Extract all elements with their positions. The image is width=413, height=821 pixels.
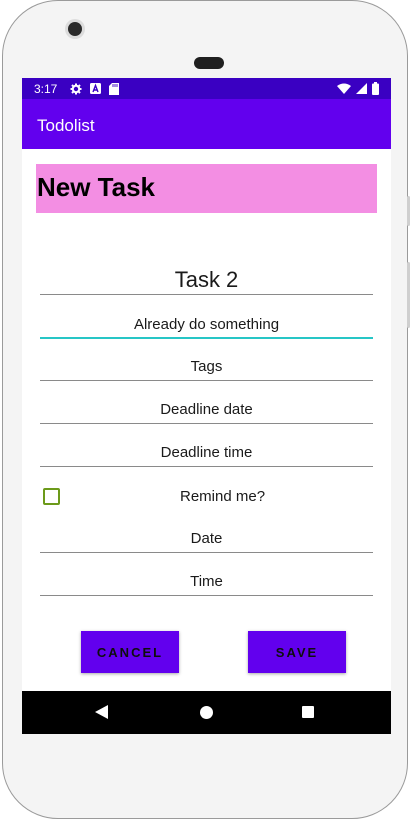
cancel-button[interactable]: CANCEL — [81, 631, 179, 673]
page-heading-banner: New Task — [36, 164, 377, 213]
tags-input[interactable]: Tags — [40, 352, 373, 381]
remind-me-checkbox[interactable] — [43, 488, 60, 505]
sd-card-icon — [109, 82, 119, 95]
gear-icon — [70, 83, 82, 94]
back-icon[interactable] — [95, 705, 108, 719]
remind-me-label[interactable]: Remind me? — [180, 488, 265, 505]
battery-icon — [372, 82, 379, 95]
device-screen: 3:17 Todolist New Task Task 2 Already do… — [22, 78, 391, 734]
page-title: New Task — [37, 172, 156, 202]
deadline-date-input[interactable]: Deadline date — [40, 395, 373, 424]
remind-time-input[interactable]: Time — [40, 567, 373, 596]
save-button[interactable]: SAVE — [248, 631, 346, 673]
app-bar: Todolist — [22, 99, 391, 149]
status-bar: 3:17 — [22, 78, 391, 99]
volume-button — [407, 262, 410, 328]
earpiece-speaker — [194, 57, 224, 69]
app-title: Todolist — [37, 116, 95, 135]
signal-icon — [356, 83, 367, 94]
system-icons — [337, 82, 379, 95]
status-time: 3:17 — [34, 82, 58, 96]
navigation-bar — [22, 691, 391, 734]
remind-date-input[interactable]: Date — [40, 524, 373, 553]
power-button — [407, 196, 410, 226]
task-description-input[interactable]: Already do something — [40, 309, 373, 339]
wifi-icon — [337, 83, 351, 94]
recents-icon[interactable] — [302, 706, 314, 718]
front-camera — [68, 22, 82, 36]
notification-icons — [70, 81, 119, 96]
a-badge-icon — [90, 83, 101, 94]
home-icon[interactable] — [200, 706, 213, 719]
deadline-time-input[interactable]: Deadline time — [40, 438, 373, 467]
task-title-input[interactable]: Task 2 — [40, 256, 373, 295]
